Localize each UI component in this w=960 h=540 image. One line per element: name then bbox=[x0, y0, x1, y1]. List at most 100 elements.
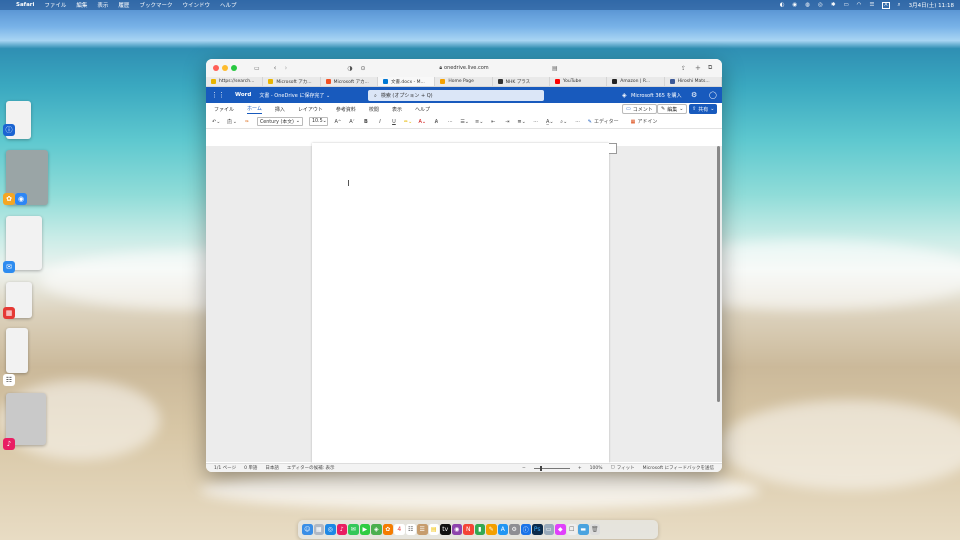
browser-tab[interactable]: Home Page bbox=[435, 77, 493, 86]
comment-button[interactable]: ▭ コメント bbox=[622, 104, 657, 114]
back-icon[interactable]: ‹ bbox=[274, 64, 277, 72]
status-icon[interactable]: ◍ bbox=[805, 2, 810, 8]
account-icon[interactable]: ◯ bbox=[709, 91, 717, 99]
tab-home[interactable]: ホーム bbox=[247, 105, 262, 114]
decrease-indent-icon[interactable]: ⇤ bbox=[489, 117, 497, 127]
trash-icon[interactable]: 🗑︎ bbox=[589, 524, 600, 535]
styles-icon[interactable]: A̲⌄ bbox=[546, 117, 554, 127]
close-button[interactable] bbox=[213, 65, 219, 71]
menu-app-name[interactable]: Safari bbox=[16, 2, 34, 8]
more-icon[interactable]: ⋯ bbox=[532, 117, 540, 127]
menu-history[interactable]: 履歴 bbox=[118, 1, 129, 9]
feedback-link[interactable]: Microsoft にフィードバックを送信 bbox=[643, 465, 714, 471]
zoom-button[interactable] bbox=[231, 65, 237, 71]
browser-tab[interactable]: Microsoft アカ... bbox=[321, 77, 378, 86]
zoom-slider[interactable] bbox=[533, 465, 570, 471]
share-icon[interactable]: ⇪ bbox=[681, 65, 686, 72]
music-icon[interactable]: ♪ bbox=[336, 524, 347, 535]
bluetooth-icon[interactable]: ✱ bbox=[831, 2, 836, 8]
clear-format-icon[interactable]: A̷ bbox=[432, 117, 440, 127]
font-name-select[interactable]: Century (本文) ⌄ bbox=[256, 117, 303, 126]
settings-icon[interactable]: ⚙ bbox=[509, 524, 520, 535]
forward-icon[interactable]: › bbox=[284, 64, 287, 72]
news-icon[interactable]: N bbox=[463, 524, 474, 535]
control-center-icon[interactable]: ☰ bbox=[869, 2, 874, 8]
status-icon[interactable]: ◎ bbox=[818, 2, 823, 8]
status-icon[interactable]: ◐ bbox=[780, 2, 785, 8]
shrink-font-icon[interactable]: A ˅ bbox=[348, 117, 356, 127]
preview-icon[interactable]: ▭ bbox=[543, 524, 554, 535]
privacy-icon[interactable]: ◑ bbox=[347, 65, 352, 72]
launchpad-icon[interactable]: ▦ bbox=[313, 524, 324, 535]
reminders-icon[interactable]: ☷ bbox=[405, 524, 416, 535]
photoshop-icon[interactable]: Ps bbox=[532, 524, 543, 535]
addin-button[interactable]: ▦ アドイン bbox=[631, 117, 658, 127]
browser-tab[interactable]: Microsoft アカ... bbox=[263, 77, 321, 86]
browser-tab[interactable]: NHK プラス bbox=[493, 77, 550, 86]
menu-edit[interactable]: 編集 bbox=[76, 1, 87, 9]
browser-tab[interactable]: Amazon | R... bbox=[607, 77, 665, 86]
font-color-icon[interactable]: A⌄ bbox=[418, 117, 427, 127]
numbering-icon[interactable]: ≡⌄ bbox=[475, 117, 483, 127]
browser-tab-active[interactable]: 文書.docx - M... bbox=[377, 77, 436, 86]
m365-link[interactable]: Microsoft 365 を購入 bbox=[631, 92, 681, 99]
stage-thumb-5[interactable] bbox=[6, 328, 28, 373]
browser-tab[interactable]: YouTube bbox=[550, 77, 608, 86]
document-canvas[interactable] bbox=[206, 143, 722, 463]
minimize-button[interactable] bbox=[222, 65, 228, 71]
paste-icon[interactable]: 📋︎⌄ bbox=[226, 117, 237, 127]
calendar-icon[interactable]: 4 bbox=[394, 524, 405, 535]
menu-file[interactable]: ファイル bbox=[44, 1, 66, 9]
menu-view[interactable]: 表示 bbox=[97, 1, 108, 9]
url-text[interactable]: onedrive.live.com bbox=[444, 65, 489, 71]
appstore-icon[interactable]: A bbox=[497, 524, 508, 535]
facetime-icon[interactable]: ▶ bbox=[359, 524, 370, 535]
fit-button[interactable]: ▢ フィット bbox=[610, 465, 634, 471]
app-icon[interactable]: ◆ bbox=[555, 524, 566, 535]
document-page[interactable] bbox=[312, 143, 609, 463]
share-button[interactable]: ⇪ 共有 ⌄ bbox=[689, 104, 718, 114]
settings-icon[interactable]: ⚙ bbox=[691, 91, 697, 99]
tab-insert[interactable]: 挿入 bbox=[275, 106, 285, 113]
browser-tab[interactable]: Hiroshi Mats... bbox=[665, 77, 722, 86]
tab-layout[interactable]: レイアウト bbox=[298, 106, 323, 113]
zoom-level[interactable]: 100% bbox=[590, 466, 603, 471]
menu-window[interactable]: ウインドウ bbox=[182, 1, 210, 9]
clock[interactable]: 3月4日(土) 11:18 bbox=[909, 1, 954, 9]
bold-icon[interactable]: B bbox=[362, 117, 370, 127]
sidebar-icon[interactable]: ▭ bbox=[254, 65, 260, 72]
messages-icon[interactable]: ✉ bbox=[348, 524, 359, 535]
new-tab-icon[interactable]: + bbox=[695, 64, 701, 72]
scrollbar[interactable] bbox=[717, 146, 720, 402]
safari-icon[interactable]: ◎ bbox=[325, 524, 336, 535]
tab-overview-icon[interactable]: ⧉ bbox=[708, 64, 712, 72]
status-icon[interactable]: ◉ bbox=[792, 2, 797, 8]
tab-references[interactable]: 参考資料 bbox=[336, 106, 356, 113]
format-painter-icon[interactable]: ✑ bbox=[243, 117, 251, 127]
numbers-icon[interactable]: ▮ bbox=[474, 524, 485, 535]
contacts-icon[interactable]: ☰ bbox=[417, 524, 428, 535]
tab-file[interactable]: ファイル bbox=[214, 106, 234, 113]
browser-tab[interactable]: https://search... bbox=[206, 77, 264, 86]
notes-icon[interactable]: ▤ bbox=[428, 524, 439, 535]
align-icon[interactable]: ≣⌄ bbox=[517, 117, 525, 127]
zoom-out-icon[interactable]: − bbox=[522, 466, 526, 471]
finder-icon[interactable]: ☺ bbox=[302, 524, 313, 535]
increase-indent-icon[interactable]: ⇥ bbox=[503, 117, 511, 127]
maps-icon[interactable]: ◈ bbox=[371, 524, 382, 535]
address-bar[interactable]: 🔒︎ onedrive.live.com bbox=[366, 63, 562, 73]
search-icon[interactable]: ⌕ bbox=[898, 2, 901, 9]
app-icon[interactable]: ☐ bbox=[566, 524, 577, 535]
onepassword-icon[interactable]: ⓘ bbox=[520, 524, 531, 535]
italic-icon[interactable]: I bbox=[376, 117, 384, 127]
appletv-icon[interactable]: tv bbox=[440, 524, 451, 535]
wifi-icon[interactable]: ◠ bbox=[857, 2, 862, 8]
word-app-name[interactable]: Word bbox=[235, 92, 251, 98]
more-icon[interactable]: ⋯ bbox=[574, 117, 582, 127]
grow-font-icon[interactable]: A ^ bbox=[334, 117, 342, 127]
undo-icon[interactable]: ↶⌄ bbox=[212, 117, 220, 127]
more-icon[interactable]: ⋯ bbox=[446, 117, 454, 127]
language[interactable]: 日本語 bbox=[265, 465, 279, 471]
underline-icon[interactable]: U bbox=[390, 117, 398, 127]
tab-help[interactable]: ヘルプ bbox=[415, 106, 430, 113]
